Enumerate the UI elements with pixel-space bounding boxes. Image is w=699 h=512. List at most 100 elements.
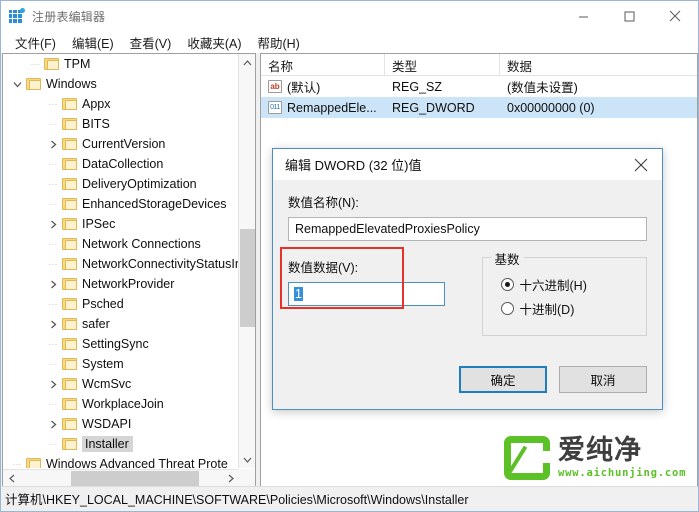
value-row[interactable]: RemappedEle... REG_DWORD 0x00000000 (0)	[261, 97, 697, 118]
menu-item-help[interactable]: 帮助(H)	[249, 31, 307, 54]
title-bar: 注册表编辑器	[1, 1, 698, 31]
tree-item-label: Network Connections	[82, 237, 201, 251]
value-data-input[interactable]: 1	[288, 282, 445, 306]
menu-item-view[interactable]: 查看(V)	[122, 31, 180, 54]
tree-item-label: IPSec	[82, 217, 116, 231]
chevron-right-icon[interactable]	[44, 314, 62, 334]
tree-vertical-scrollbar[interactable]	[238, 54, 255, 468]
chevron-right-icon[interactable]	[44, 414, 62, 434]
chevron-right-icon[interactable]	[44, 374, 62, 394]
tree-connector: ···	[48, 259, 58, 269]
chevron-up-icon[interactable]	[239, 54, 255, 71]
value-name-cell: (默认)	[261, 76, 385, 97]
tree-item-windows[interactable]: Windows	[3, 74, 239, 94]
tree-connector: ···	[48, 339, 58, 349]
cancel-button[interactable]: 取消	[559, 366, 647, 393]
folder-icon	[62, 298, 77, 310]
tree-connector: ···	[48, 119, 58, 129]
chevron-down-icon[interactable]	[8, 74, 26, 94]
value-type-cell: REG_SZ	[392, 79, 443, 94]
tree-item-wsdapi[interactable]: WSDAPI	[3, 414, 239, 434]
chevron-right-icon[interactable]	[44, 274, 62, 294]
radio-decimal[interactable]: 十进制(D)	[500, 296, 647, 320]
tree-item-currentversion[interactable]: CurrentVersion	[3, 134, 239, 154]
tree-item-datacollection[interactable]: ··· DataCollection	[3, 154, 239, 174]
registry-tree[interactable]: ··· TPM Windows ··· Appx ··· BITS CurrentVersio…	[3, 54, 239, 468]
tree-connector: ···	[48, 439, 58, 449]
tree-item-tpm[interactable]: ··· TPM	[3, 54, 239, 74]
value-name-label: 数值名称(N):	[288, 196, 359, 210]
tree-connector: ···	[12, 459, 22, 468]
dword-value-icon	[268, 101, 282, 114]
column-header-data[interactable]: 数据	[500, 54, 697, 76]
chevron-right-icon[interactable]	[222, 470, 239, 486]
tree-item-safer[interactable]: safer	[3, 314, 239, 334]
tree-item-settingsync[interactable]: ··· SettingSync	[3, 334, 239, 354]
tree-item-psched[interactable]: ··· Psched	[3, 294, 239, 314]
tree-item-wcmsvc[interactable]: WcmSvc	[3, 374, 239, 394]
tree-item-label: BITS	[82, 117, 110, 131]
close-icon[interactable]	[652, 1, 698, 31]
tree-item-enhancedstoragedevices[interactable]: ··· EnhancedStorageDevices	[3, 194, 239, 214]
folder-icon	[44, 58, 59, 70]
folder-icon	[62, 398, 77, 410]
dialog-buttons: 确定 取消	[459, 366, 647, 393]
menu-item-favorites[interactable]: 收藏夹(A)	[179, 31, 249, 54]
chevron-left-icon[interactable]	[3, 470, 20, 486]
tree-item-label: WSDAPI	[82, 417, 132, 431]
tree-item-bits[interactable]: ··· BITS	[3, 114, 239, 134]
radio-decimal-label: 十进制(D)	[519, 302, 575, 317]
status-bar: 计算机\HKEY_LOCAL_MACHINE\SOFTWARE\Policies…	[2, 486, 698, 510]
value-data-section: 数值数据(V): 1	[280, 247, 453, 336]
chevron-right-icon[interactable]	[44, 214, 62, 234]
folder-icon	[62, 358, 77, 370]
tree-item-label: EnhancedStorageDevices	[82, 197, 227, 211]
chevron-down-icon[interactable]	[239, 451, 255, 468]
tree-item-installer[interactable]: ··· Installer	[3, 434, 239, 454]
folder-icon	[62, 418, 77, 430]
radio-button-icon	[500, 301, 514, 315]
value-name-input[interactable]: RemappedElevatedProxiesPolicy	[288, 217, 647, 241]
tree-item-network-connections[interactable]: ··· Network Connections	[3, 234, 239, 254]
values-column-header: 名称 类型 数据	[261, 54, 697, 76]
dialog-title: 编辑 DWORD (32 位)值	[285, 158, 422, 173]
tree-item-workplacejoin[interactable]: ··· WorkplaceJoin	[3, 394, 239, 414]
menu-bar: 文件(F) 编辑(E) 查看(V) 收藏夹(A) 帮助(H)	[1, 31, 698, 53]
radio-hexadecimal-label: 十六进制(H)	[519, 278, 587, 293]
ok-button[interactable]: 确定	[459, 366, 547, 393]
window-title: 注册表编辑器	[32, 9, 106, 24]
window-controls	[560, 1, 698, 31]
minimize-icon[interactable]	[560, 1, 606, 31]
radio-button-icon	[500, 277, 514, 291]
tree-scroll-thumb[interactable]	[240, 229, 255, 327]
radio-hexadecimal[interactable]: 十六进制(H)	[500, 272, 647, 296]
folder-icon	[62, 278, 77, 290]
registry-editor-window: 注册表编辑器 文件(F) 编辑(E) 查看(V) 收藏夹(A) 帮助(H) ··…	[0, 0, 699, 512]
column-header-name[interactable]: 名称	[261, 54, 385, 76]
base-group: 基数 十六进制(H) 十进制(D)	[481, 249, 647, 336]
tree-item-appx[interactable]: ··· Appx	[3, 94, 239, 114]
aichunjing-logo-icon	[504, 436, 550, 480]
maximize-icon[interactable]	[606, 1, 652, 31]
tree-hscroll-thumb[interactable]	[71, 471, 199, 486]
tree-item-label: WcmSvc	[82, 377, 132, 391]
column-header-type[interactable]: 类型	[385, 54, 500, 76]
menu-item-file[interactable]: 文件(F)	[7, 31, 64, 54]
tree-horizontal-scrollbar[interactable]	[3, 469, 239, 486]
close-icon[interactable]	[620, 149, 662, 180]
tree-item-networkconnectivitystatusinc[interactable]: ··· NetworkConnectivityStatusInc	[3, 254, 240, 274]
tree-item-label: safer	[82, 317, 110, 331]
tree-item-windows-advanced-threat-prote[interactable]: ··· Windows Advanced Threat Prote	[3, 454, 239, 468]
folder-icon	[62, 138, 77, 150]
registry-editor-icon	[9, 8, 25, 24]
tree-item-networkprovider[interactable]: NetworkProvider	[3, 274, 239, 294]
menu-item-edit[interactable]: 编辑(E)	[64, 31, 122, 54]
chevron-right-icon[interactable]	[44, 134, 62, 154]
tree-connector: ···	[48, 299, 58, 309]
tree-item-deliveryoptimization[interactable]: ··· DeliveryOptimization	[3, 174, 239, 194]
tree-item-ipsec[interactable]: IPSec	[3, 214, 239, 234]
values-list: (默认) REG_SZ (数值未设置) RemappedEle... REG_DWORD…	[261, 76, 697, 118]
value-data-cell: (数值未设置)	[507, 81, 578, 95]
tree-item-system[interactable]: ··· System	[3, 354, 239, 374]
value-row[interactable]: (默认) REG_SZ (数值未设置)	[261, 76, 697, 97]
